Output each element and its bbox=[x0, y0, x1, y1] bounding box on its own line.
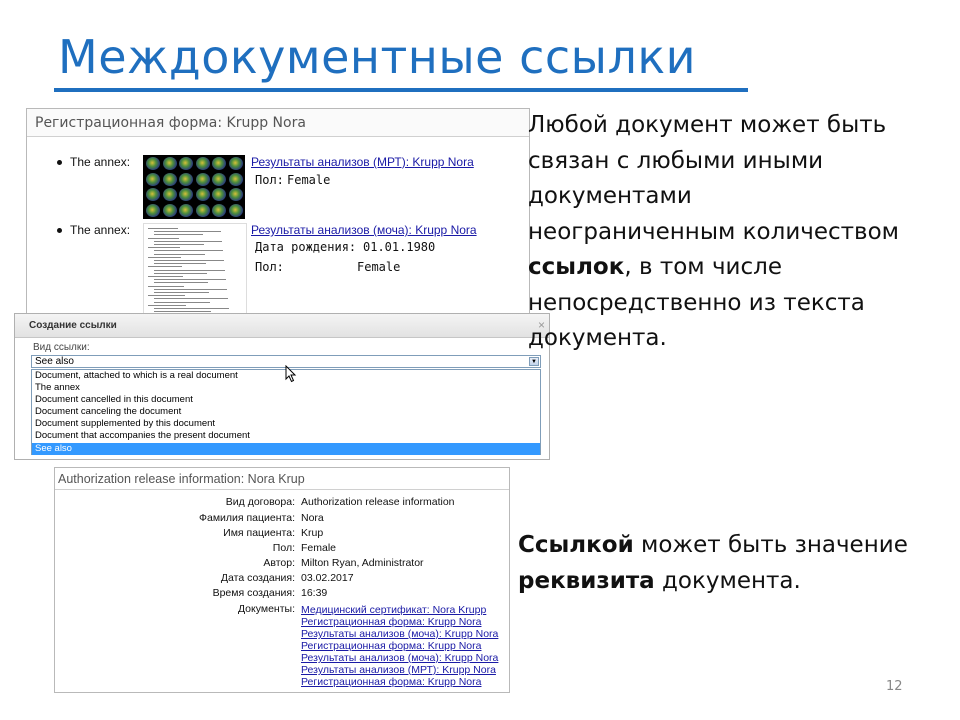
description-text-2: Ссылкой может быть значение реквизита до… bbox=[518, 528, 938, 599]
detail-value: Milton Ryan, Administrator bbox=[301, 557, 424, 569]
detail-row: Фамилия пациента: Nora bbox=[55, 512, 505, 526]
detail-value: Nora bbox=[301, 512, 324, 524]
detail-row: Время создания: 16:39 bbox=[55, 587, 505, 601]
text-line: реквизита документа. bbox=[518, 564, 938, 600]
linked-document-link[interactable]: Регистрационная форма: Krupp Nora bbox=[301, 676, 498, 688]
link-kind-option[interactable]: Document cancelled in this document bbox=[32, 394, 540, 406]
detail-value: Authorization release information bbox=[301, 496, 455, 508]
linked-document-link[interactable]: Регистрационная форма: Krupp Nora bbox=[301, 640, 498, 652]
annex-item: The annex: bbox=[57, 223, 130, 237]
annex-item: The annex: bbox=[57, 155, 130, 169]
linked-document-link[interactable]: Результаты анализов (МРТ): Krupp Nora bbox=[301, 664, 498, 676]
slide-title: Междокументные ссылки bbox=[58, 30, 697, 84]
authorization-header: Authorization release information: Nora … bbox=[55, 468, 509, 490]
detail-row: Вид договора: Authorization release infor… bbox=[55, 496, 505, 510]
text-line: связан с любыми иными bbox=[528, 147, 824, 174]
link-kind-option[interactable]: Document supplemented by this document bbox=[32, 418, 540, 430]
text-line: документами bbox=[528, 183, 692, 209]
bullet-icon bbox=[57, 228, 62, 234]
text-line: Ссылкой может быть значение bbox=[518, 528, 938, 564]
link-kind-option-selected[interactable]: See also bbox=[32, 442, 540, 455]
field-label: Пол: bbox=[255, 173, 284, 187]
annex-link-mri[interactable]: Результаты анализов (МРТ): Krupp Nora bbox=[251, 155, 474, 169]
description-text-1: Любой документ может быть связан с любым… bbox=[528, 108, 948, 357]
text-fragment: документа. bbox=[654, 567, 801, 594]
text-line: документа. bbox=[528, 325, 667, 351]
link-kind-label: Вид ссылки: bbox=[33, 342, 90, 353]
text-fragment: может быть значение bbox=[633, 532, 908, 558]
title-underline bbox=[54, 88, 748, 92]
link-kind-option[interactable]: The annex bbox=[32, 382, 540, 394]
detail-row: Пол: Female bbox=[55, 542, 505, 556]
linked-document-link[interactable]: Медицинский сертификат: Nora Krupp bbox=[301, 604, 498, 616]
text-line: неограниченным количеством bbox=[528, 218, 900, 245]
detail-label: Фамилия пациента: bbox=[199, 512, 295, 524]
field-label: Пол: bbox=[255, 260, 284, 274]
text-line: непосредственно из текста bbox=[528, 289, 865, 316]
registration-form-panel: Регистрационная форма: Krupp Nora The an… bbox=[26, 108, 530, 324]
detail-row: Имя пациента: Krup bbox=[55, 527, 505, 541]
field-value: 01.01.1980 bbox=[363, 240, 436, 254]
detail-label: Имя пациента: bbox=[223, 527, 295, 539]
linked-document-link[interactable]: Регистрационная форма: Krupp Nora bbox=[301, 616, 498, 628]
text-fragment: , в том числе bbox=[624, 254, 782, 280]
select-value: See also bbox=[35, 356, 74, 367]
detail-label: Пол: bbox=[272, 542, 295, 554]
bullet-icon bbox=[57, 160, 62, 166]
annex-label: The annex: bbox=[70, 223, 131, 237]
detail-row: Автор: Milton Ryan, Administrator bbox=[55, 557, 505, 571]
linked-documents-list: Медицинский сертификат: Nora Krupp Регис… bbox=[301, 604, 498, 688]
create-link-dialog: Создание ссылки × Вид ссылки: See also ▼… bbox=[14, 313, 550, 460]
documents-label: Документы: bbox=[237, 603, 295, 615]
mri-thumbnail-image[interactable] bbox=[143, 155, 245, 219]
detail-value: Krup bbox=[301, 527, 324, 539]
field-value: Female bbox=[287, 173, 331, 187]
detail-value: 16:39 bbox=[301, 587, 328, 599]
annex-label: The annex: bbox=[70, 155, 131, 169]
detail-label: Автор: bbox=[263, 557, 295, 569]
mouse-cursor-icon bbox=[285, 365, 297, 383]
bold-term: Ссылкой bbox=[518, 532, 634, 558]
linked-document-link[interactable]: Результаты анализов (моча): Krupp Nora bbox=[301, 628, 498, 640]
detail-label: Время создания: bbox=[212, 587, 295, 599]
field-value: Female bbox=[357, 260, 401, 274]
document-thumbnail-image[interactable] bbox=[143, 223, 247, 323]
link-kind-option[interactable]: Document that accompanies the present do… bbox=[32, 430, 540, 442]
detail-value: 03.02.2017 bbox=[301, 572, 354, 584]
authorization-release-panel: Authorization release information: Nora … bbox=[54, 467, 510, 693]
detail-label: Дата создания: bbox=[220, 572, 295, 584]
text-line: Любой документ может быть bbox=[528, 112, 887, 138]
dialog-title: Создание ссылки bbox=[15, 314, 549, 338]
text-line: ссылок, в том числе bbox=[528, 250, 948, 286]
bold-term: ссылок bbox=[528, 254, 625, 280]
link-kind-option[interactable]: Document canceling the document bbox=[32, 406, 540, 418]
annex-link-urine[interactable]: Результаты анализов (моча): Krupp Nora bbox=[251, 223, 477, 237]
registration-form-header: Регистрационная форма: Krupp Nora bbox=[27, 109, 529, 137]
field-label: Дата рождения: bbox=[255, 240, 357, 254]
detail-label: Вид договора: bbox=[225, 496, 295, 508]
page-number: 12 bbox=[886, 679, 903, 694]
detail-row: Дата создания: 03.02.2017 bbox=[55, 572, 505, 586]
bold-term: реквизита bbox=[518, 567, 655, 594]
chevron-down-icon[interactable]: ▼ bbox=[529, 357, 539, 366]
detail-value: Female bbox=[301, 542, 337, 554]
linked-document-link[interactable]: Результаты анализов (моча): Krupp Nora bbox=[301, 652, 498, 664]
